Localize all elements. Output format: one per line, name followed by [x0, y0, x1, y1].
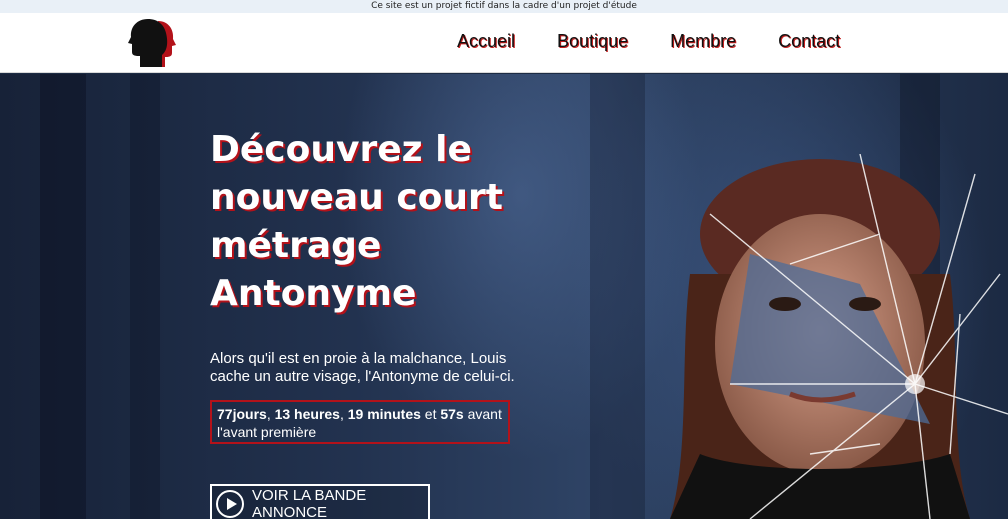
main-nav: Accueil Boutique Membre Contact [457, 31, 882, 52]
forest-tree [40, 74, 86, 519]
countdown-box: 77jours, 13 heures, 19 minutes et 57s av… [210, 400, 510, 444]
play-circle-icon [216, 490, 244, 518]
nav-link-accueil[interactable]: Accueil [457, 31, 515, 52]
nav-link-membre[interactable]: Membre [670, 31, 736, 52]
project-disclaimer: Ce site est un projet fictif dans la cad… [0, 0, 1008, 13]
hero-section: Découvrez le nouveau court métrage Anton… [0, 74, 1008, 519]
countdown-seconds: 57s [440, 406, 464, 422]
nav-link-boutique[interactable]: Boutique [557, 31, 628, 52]
hero-description: Alors qu'il est en proie à la malchance,… [210, 350, 515, 385]
hero-title: Découvrez le nouveau court métrage Anton… [210, 129, 503, 314]
navbar: Accueil Boutique Membre Contact [0, 13, 1008, 73]
shattered-mirror-portrait [670, 154, 1008, 519]
countdown-hours: 13 heures [274, 406, 340, 422]
countdown-minutes: 19 minutes [347, 406, 421, 422]
forest-tree [130, 74, 160, 519]
watch-trailer-button[interactable]: VOIR LA BANDE ANNONCE [210, 484, 430, 519]
two-heads-logo-icon[interactable] [128, 17, 178, 69]
countdown-and: et [424, 406, 437, 422]
countdown-days: 77jours [217, 406, 267, 422]
watch-trailer-label: VOIR LA BANDE ANNONCE [252, 487, 367, 519]
nav-link-contact[interactable]: Contact [778, 31, 840, 52]
